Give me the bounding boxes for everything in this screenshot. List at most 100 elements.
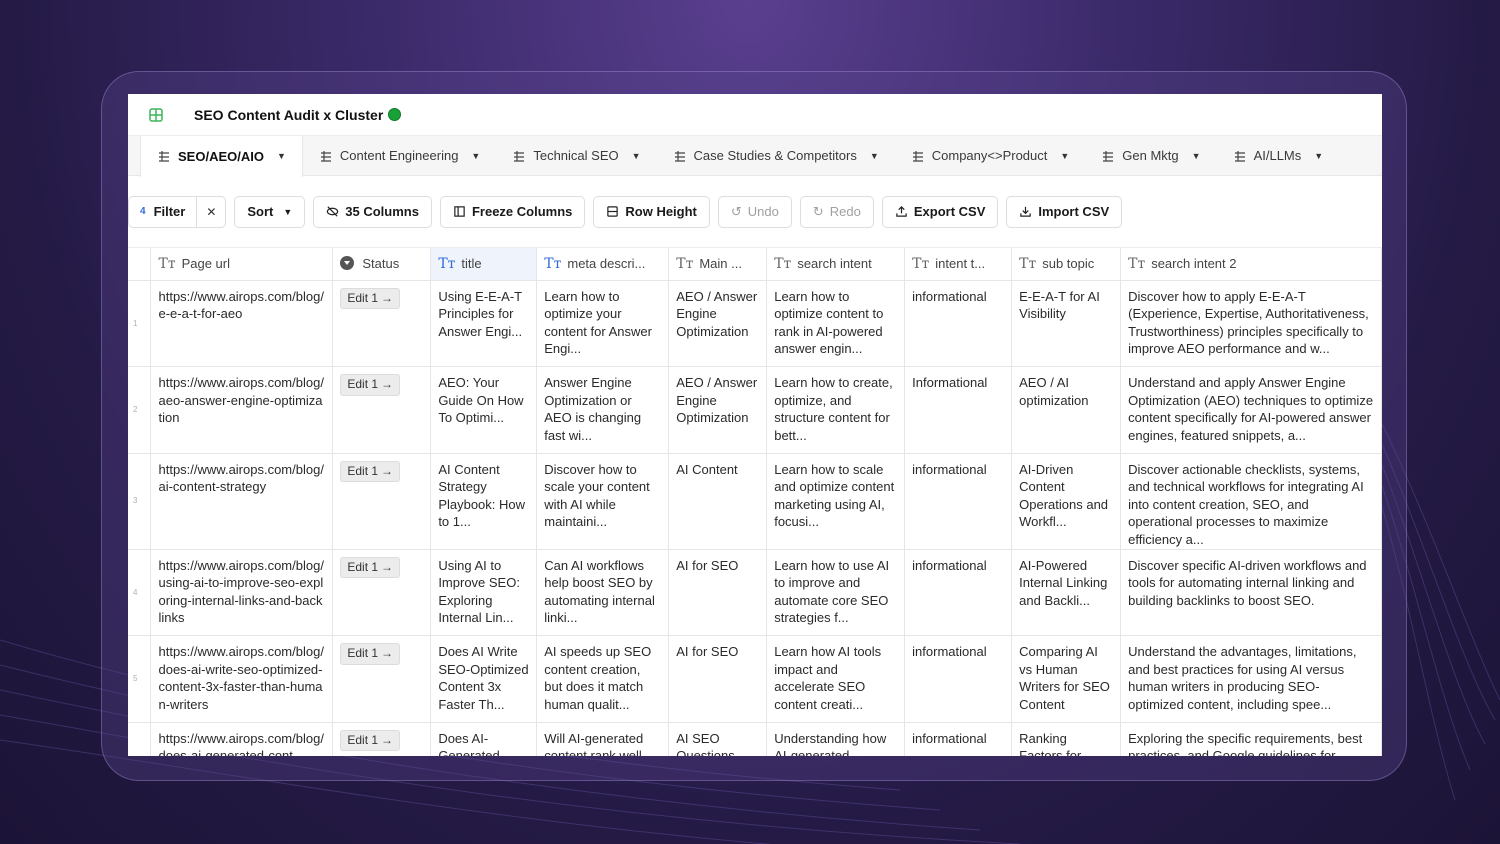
row-number: 4 — [128, 549, 152, 637]
cell-intent[interactable]: Learn how to scale and optimize content … — [766, 453, 906, 550]
cell-intent2[interactable]: Exploring the specific requirements, bes… — [1120, 722, 1382, 756]
caret-down-icon: ▼ — [283, 206, 293, 217]
edit-button[interactable]: Edit 1 → — [340, 729, 401, 752]
cell-meta[interactable]: Discover how to scale your content with … — [536, 453, 670, 550]
cell-page-url[interactable]: https://www.airops.com/blog/using-ai-to-… — [150, 549, 334, 637]
cell-main[interactable]: AEO / Answer Engine Optimization — [668, 280, 768, 368]
edit-button[interactable]: Edit 1 → — [340, 374, 401, 396]
cell-status[interactable]: Edit 1 → — [332, 549, 432, 637]
tab-label: SEO/AEO/AIO — [178, 148, 264, 164]
redo-button[interactable]: ↻ Redo — [799, 195, 874, 228]
freeze-columns-label: Freeze Columns — [471, 204, 573, 219]
edit-button[interactable]: Edit 1 → — [340, 643, 401, 665]
cell-intent-type[interactable]: Informational — [904, 366, 1013, 454]
column-header-sub-topic[interactable]: Tт sub topic — [1011, 248, 1122, 281]
column-header-search-intent[interactable]: Tт search intent — [766, 248, 906, 281]
edit-button[interactable]: Edit 1 → — [340, 460, 401, 483]
redo-label: Redo — [829, 204, 861, 219]
cell-page-url[interactable]: https://www.airops.com/blog/ai-content-s… — [150, 453, 334, 550]
cell-intent[interactable]: Learn how to optimize content to rank in… — [766, 280, 906, 368]
cell-title[interactable]: Using E-E-A-T Principles for Answer Engi… — [430, 280, 538, 368]
column-header-page-url[interactable]: Tт Page url — [150, 248, 334, 281]
cell-sub-topic[interactable]: AI-Driven Content Operations and Workfl.… — [1011, 453, 1122, 550]
cell-page-url[interactable]: https://www.airops.com/blog/does-ai-writ… — [150, 635, 334, 723]
cell-status[interactable]: Edit 1 → — [332, 635, 432, 723]
cell-page-url[interactable]: https://www.airops.com/blog/e-e-a-t-for-… — [150, 280, 334, 368]
column-header-status[interactable]: Status — [332, 248, 432, 281]
cell-main[interactable]: AEO / Answer Engine Optimization — [668, 366, 768, 454]
edit-button[interactable]: Edit 1 → — [340, 287, 401, 310]
cell-intent2[interactable]: Understand and apply Answer Engine Optim… — [1120, 366, 1382, 454]
cell-meta[interactable]: Can AI workflows help boost SEO by autom… — [536, 549, 670, 637]
tab-1[interactable]: Content Engineering ▼ — [303, 136, 496, 176]
cell-intent-type[interactable]: informational — [904, 722, 1013, 756]
cell-intent2[interactable]: Discover how to apply E-E-A-T (Experienc… — [1120, 280, 1382, 368]
cell-sub-topic[interactable]: Ranking Factors for — [1011, 722, 1122, 756]
cell-status[interactable]: Edit 1 → — [332, 722, 432, 756]
cell-page-url[interactable]: https://www.airops.com/blog/does-ai-gene… — [150, 722, 334, 756]
freeze-columns-button[interactable]: Freeze Columns — [439, 195, 586, 228]
cell-title[interactable]: AI Content Strategy Playbook: How to 1..… — [430, 453, 538, 550]
tab-2[interactable]: Technical SEO ▼ — [496, 136, 656, 176]
tab-label: Case Studies & Competitors — [693, 148, 857, 163]
tab-3[interactable]: Case Studies & Competitors ▼ — [657, 136, 895, 176]
tab-5[interactable]: Gen Mktg ▼ — [1085, 136, 1216, 176]
cell-title[interactable]: AEO: Your Guide On How To Optimi... — [430, 366, 538, 454]
filter-button[interactable]: 4 Filter — [129, 196, 198, 227]
cell-meta[interactable]: Answer Engine Optimization or AEO is cha… — [536, 366, 670, 454]
cell-title[interactable]: Does AI-Generated — [430, 722, 538, 756]
caret-down-icon: ▼ — [1314, 150, 1324, 161]
import-csv-button[interactable]: Import CSV — [1006, 195, 1123, 228]
cell-intent-type[interactable]: informational — [904, 549, 1013, 637]
cell-status[interactable]: Edit 1 → — [332, 366, 432, 454]
column-header-meta-description[interactable]: Tт meta descri... — [536, 248, 670, 281]
cell-meta[interactable]: AI speeds up SEO content creation, but d… — [536, 635, 670, 723]
text-type-icon: Tт — [1128, 255, 1146, 272]
cell-intent[interactable]: Understanding how AI-generated — [766, 722, 906, 756]
sort-button[interactable]: Sort ▼ — [234, 195, 306, 228]
column-header-title[interactable]: Tт title — [430, 248, 538, 281]
cell-sub-topic[interactable]: Comparing AI vs Human Writers for SEO Co… — [1011, 635, 1122, 723]
cell-intent[interactable]: Learn how to use AI to improve and autom… — [766, 549, 906, 637]
column-header-search-intent-2[interactable]: Tт search intent 2 — [1120, 248, 1382, 281]
tab-0[interactable]: SEO/AEO/AIO ▼ — [140, 135, 303, 177]
cell-intent-type[interactable]: informational — [904, 635, 1013, 723]
data-table: Tт Page url Status Tт title Tт meta descri.… — [128, 248, 1382, 756]
cell-main[interactable]: AI SEO Questions — [668, 722, 768, 756]
cell-title[interactable]: Using AI to Improve SEO: Exploring Inter… — [430, 549, 538, 637]
cell-main[interactable]: AI for SEO — [668, 549, 768, 637]
tab-4[interactable]: Company<>Product ▼ — [895, 136, 1086, 176]
text-type-icon: Tт — [774, 255, 792, 272]
clear-filter-button[interactable]: ✕ — [197, 197, 225, 227]
cell-status[interactable]: Edit 1 → — [332, 280, 432, 368]
column-header-main[interactable]: Tт Main ... — [668, 248, 768, 281]
row-height-button[interactable]: Row Height — [593, 195, 710, 228]
cell-title[interactable]: Does AI Write SEO-Optimized Content 3x F… — [430, 635, 538, 723]
cell-sub-topic[interactable]: AEO / AI optimization — [1011, 366, 1122, 454]
cell-intent2[interactable]: Understand the advantages, limitations, … — [1120, 635, 1382, 723]
export-csv-button[interactable]: Export CSV — [881, 195, 999, 228]
cell-intent[interactable]: Learn how AI tools impact and accelerate… — [766, 635, 906, 723]
export-csv-label: Export CSV — [913, 204, 986, 219]
cell-intent-type[interactable]: informational — [904, 280, 1013, 368]
cell-main[interactable]: AI Content — [668, 453, 768, 550]
cell-sub-topic[interactable]: E-E-A-T for AI Visibility — [1011, 280, 1122, 368]
cell-intent2[interactable]: Discover specific AI-driven workflows an… — [1120, 549, 1382, 637]
cell-meta[interactable]: Will AI-generated content rank well — [536, 722, 670, 756]
cell-status[interactable]: Edit 1 → — [332, 453, 432, 550]
cell-intent[interactable]: Learn how to create, optimize, and struc… — [766, 366, 906, 454]
columns-button[interactable]: 35 Columns — [313, 195, 432, 228]
sparkle-table-icon — [1234, 150, 1245, 162]
filter-group: 4 Filter ✕ — [128, 195, 227, 228]
tab-6[interactable]: AI/LLMs ▼ — [1217, 136, 1340, 176]
cell-intent-type[interactable]: informational — [904, 453, 1013, 550]
edit-button[interactable]: Edit 1 → — [340, 556, 401, 579]
cell-main[interactable]: AI for SEO — [668, 635, 768, 723]
undo-button[interactable]: ↺ Undo — [717, 195, 792, 228]
cell-page-url[interactable]: https://www.airops.com/blog/aeo-answer-e… — [150, 366, 334, 454]
cell-meta[interactable]: Learn how to optimize your content for A… — [536, 280, 670, 368]
column-header-intent-type[interactable]: Tт intent t... — [904, 248, 1013, 281]
text-type-icon: Tт — [1019, 255, 1037, 272]
cell-sub-topic[interactable]: AI-Powered Internal Linking and Backli..… — [1011, 549, 1122, 637]
cell-intent2[interactable]: Discover actionable checklists, systems,… — [1120, 453, 1382, 550]
